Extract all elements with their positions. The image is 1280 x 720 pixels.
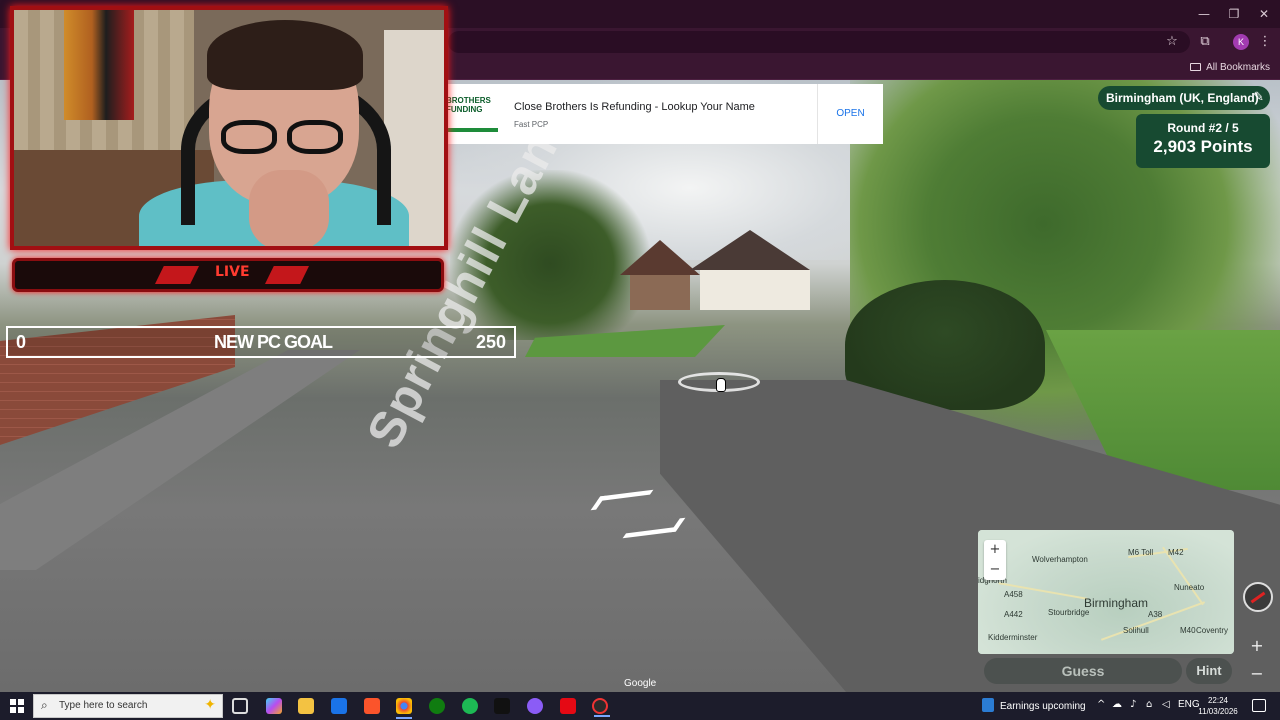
brave-icon[interactable] [364,698,380,714]
windows-taskbar: ⌕ Type here to search ✦ Earnings upcomin… [0,692,1280,720]
live-tag-right [265,266,309,284]
map-zoom-controls: + − [984,540,1006,580]
map-label-birmingham: Birmingham [1084,596,1149,610]
news-label: Earnings upcoming [1000,701,1086,712]
profile-avatar[interactable]: K [1233,34,1249,50]
network-icon[interactable]: ⌂ [1146,699,1152,710]
search-icon: ⌕ [41,698,48,712]
streamer [109,20,409,246]
browser-menu-icon[interactable]: ⋮ [1256,33,1274,51]
map-zoom-out-button[interactable]: − [984,560,1006,580]
points-label: 2,903 Points [1153,137,1253,156]
ad-image: BROTHERS FUNDING [446,90,502,134]
xbox-icon[interactable] [429,698,445,714]
map-label: Nuneato [1174,583,1205,592]
houses [620,230,830,310]
outlook-icon[interactable] [331,698,347,714]
copilot-icon[interactable] [266,698,282,714]
bookmark-star-icon[interactable]: ☆ [1163,33,1181,51]
map-label: M42 [1168,548,1184,557]
microphone-icon[interactable]: ♪ [1130,699,1136,710]
goal-max: 250 [475,332,506,352]
all-bookmarks-label: All Bookmarks [1206,62,1270,73]
map-label: A458 [1004,590,1023,599]
notification-icon[interactable] [1252,699,1266,712]
spotify-icon[interactable] [462,698,478,714]
extensions-icon[interactable]: ⧉ [1196,33,1214,51]
map-label: M40 [1180,626,1196,635]
map-label: A38 [1148,610,1163,619]
hand-cursor-icon [716,378,726,392]
restore-button[interactable]: ❐ [1221,4,1247,24]
file-explorer-icon[interactable] [298,698,314,714]
location-pill[interactable]: Birmingham (UK, England) ✎ [1098,86,1270,110]
copilot-sparkle-icon: ✦ [204,697,216,713]
map-label: Coventry [1196,626,1229,635]
score-panel: Round #2 / 5 2,903 Points [1136,114,1270,168]
live-bar: LIVE [12,258,444,292]
live-tag-left [155,266,199,284]
obs-icon[interactable] [592,698,610,717]
ad-title[interactable]: Close Brothers Is Refunding - Lookup You… [514,101,755,113]
ad-subtitle: Fast PCP [514,120,549,129]
map-label: A442 [1004,610,1023,619]
google-attribution: Google [624,678,657,689]
live-label: LIVE [215,264,250,280]
clock-time: 22:24 [1207,696,1229,705]
clock-date: 11/03/2026 [1198,707,1238,716]
minimize-button[interactable]: — [1191,4,1217,24]
hint-button[interactable]: Hint [1186,658,1232,684]
address-bar[interactable] [448,31,1190,53]
map-label: Wolverhampton [1032,555,1088,564]
map-label: Stourbridge [1048,608,1090,617]
volume-icon[interactable]: ◁ [1162,699,1170,710]
windows-start-icon[interactable] [10,699,24,713]
news-widget[interactable]: Earnings upcoming [982,698,1086,712]
goal-label: NEW PC GOAL [214,332,333,352]
tiktok-icon[interactable] [494,698,510,714]
all-bookmarks-button[interactable]: All Bookmarks [1190,60,1270,76]
ad-banner[interactable]: BROTHERS FUNDING Close Brothers Is Refun… [446,84,883,144]
folder-icon [1190,63,1202,71]
map-label: Kidderminster [988,633,1038,642]
task-view-icon[interactable] [232,698,248,714]
ad-brand: BROTHERS FUNDING [446,96,491,114]
map-label: Solihull [1123,626,1149,635]
donation-goal-bar: 0 NEW PC GOAL 250 [6,326,516,358]
search-placeholder: Type here to search [59,700,148,711]
tray-chevron-icon[interactable]: ^ [1097,699,1105,710]
taskbar-search[interactable]: ⌕ Type here to search ✦ [33,694,223,718]
news-icon [982,698,994,712]
map-label: M6 Toll [1128,548,1154,557]
goal-min: 0 [16,332,27,352]
webcam-overlay [10,6,448,250]
netflix-icon[interactable] [560,698,576,714]
sv-zoom-out-button[interactable]: − [1247,664,1267,684]
guess-minimap[interactable]: M6 Toll M42 Wolverhampton idgnorth A458 … [978,530,1234,654]
ad-open-button[interactable]: OPEN [817,84,883,144]
location-label: Birmingham (UK, England) [1106,91,1259,105]
edit-pencil-icon[interactable]: ✎ [1253,86,1264,110]
round-label: Round #2 / 5 [1167,121,1239,135]
guess-button[interactable]: Guess [984,658,1182,684]
chrome-icon[interactable] [396,698,412,719]
onedrive-icon[interactable]: ☁ [1112,699,1122,710]
navigate-arrow-icon[interactable] [622,517,686,539]
map-zoom-in-button[interactable]: + [984,540,1006,560]
sv-zoom-in-button[interactable]: + [1247,636,1267,656]
messenger-icon[interactable] [527,698,543,714]
clock[interactable]: 22:24 11/03/2026 [1196,695,1240,717]
compass-icon[interactable] [1243,582,1273,612]
close-button[interactable]: ✕ [1251,4,1277,24]
navigate-arrow-icon[interactable] [590,489,654,511]
